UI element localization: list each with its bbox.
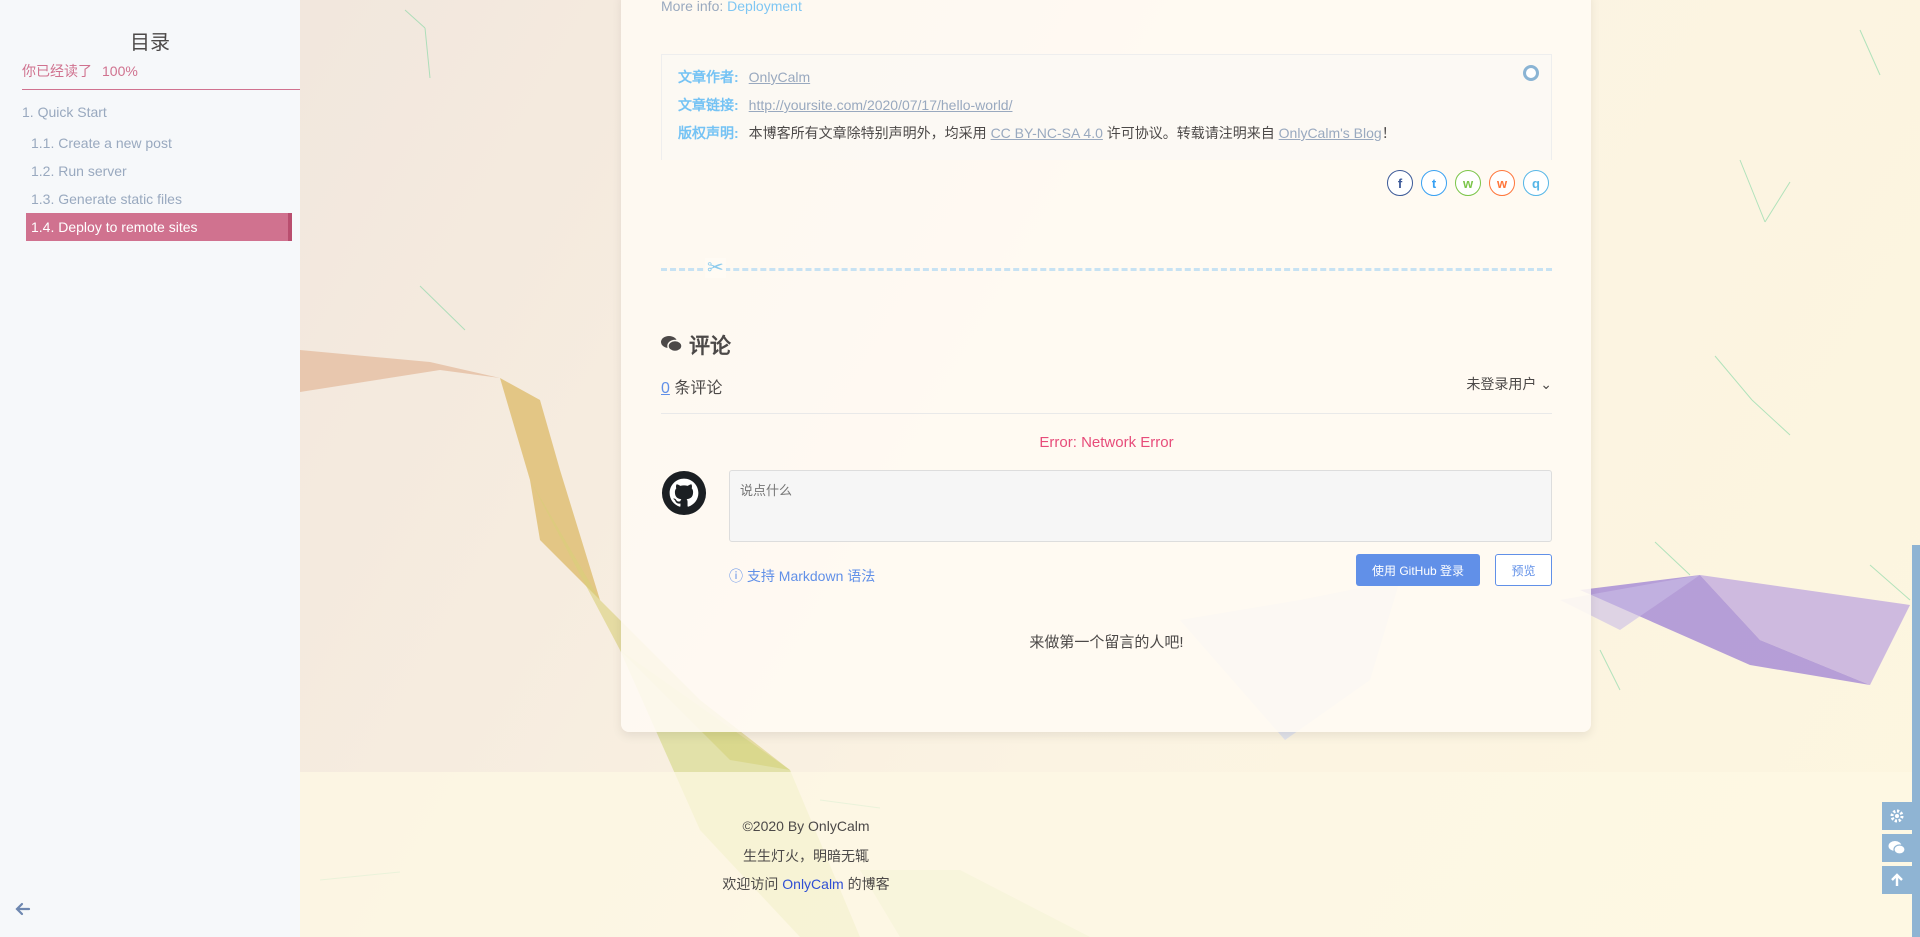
settings-button[interactable] xyxy=(1882,802,1912,830)
github-avatar-icon[interactable] xyxy=(661,470,707,516)
license-middle: 许可协议。转载请注明来自 xyxy=(1106,125,1275,141)
more-info-label: More info: xyxy=(661,0,724,14)
wechat-icon[interactable]: w xyxy=(1455,170,1481,196)
comments-icon xyxy=(1888,841,1906,855)
qq-icon[interactable]: q xyxy=(1523,170,1549,196)
markdown-tip[interactable]: ⓘ 支持 Markdown 语法 xyxy=(729,566,875,586)
author-link[interactable]: OnlyCalm xyxy=(749,69,810,85)
reading-progress: 你已经读了 100% xyxy=(22,61,300,90)
copyright-link-row: 文章链接: http://yoursite.com/2020/07/17/hell… xyxy=(678,91,1535,119)
preview-button[interactable]: 预览 xyxy=(1495,554,1552,586)
more-info-link[interactable]: Deployment xyxy=(727,0,802,14)
link-label: 文章链接: xyxy=(678,97,739,113)
share-buttons: f t w w q xyxy=(1387,170,1549,196)
footer-slogan: 生生灯火，明暗无辄 xyxy=(743,848,869,864)
gear-icon xyxy=(1890,809,1904,823)
comments-heading-text: 评论 xyxy=(689,335,731,358)
post-card: More info: Deployment 文章作者: OnlyCalm 文章链接… xyxy=(621,0,1591,732)
toc-item-run-server[interactable]: 1.2. Run server xyxy=(0,157,300,185)
progress-label: 你已经读了 xyxy=(22,63,92,79)
toc-title: 目录 xyxy=(130,32,170,54)
toc-item-deploy[interactable]: 1.4. Deploy to remote sites xyxy=(26,213,292,241)
post-permalink[interactable]: http://yoursite.com/2020/07/17/hello-wor… xyxy=(749,97,1013,113)
more-info: More info: Deployment xyxy=(661,0,802,14)
comment-input[interactable] xyxy=(729,470,1552,542)
footer-welcome-suffix: 的博客 xyxy=(847,876,890,892)
comments-heading: 评论 xyxy=(661,330,731,360)
footer-copyright: ©2020 By OnlyCalm xyxy=(742,818,870,834)
copyright-author-row: 文章作者: OnlyCalm xyxy=(678,63,1535,91)
comment-error: Error: Network Error xyxy=(1039,434,1174,451)
author-label: 文章作者: xyxy=(678,69,739,85)
weibo-icon[interactable]: w xyxy=(1489,170,1515,196)
user-menu[interactable]: 未登录用户 ⌄ xyxy=(1466,374,1552,394)
chevron-down-icon: ⌄ xyxy=(1540,376,1552,392)
footer-welcome-link[interactable]: OnlyCalm xyxy=(782,876,843,892)
footer-welcome: 欢迎访问 OnlyCalm 的博客 xyxy=(321,874,1291,894)
toc-list: 1. Quick Start 1.1. Create a new post 1.… xyxy=(0,98,300,241)
info-icon: ⓘ xyxy=(729,568,743,584)
back-to-top-button[interactable] xyxy=(1882,866,1912,894)
progress-value: 100% xyxy=(102,63,138,79)
github-login-button[interactable]: 使用 GitHub 登录 xyxy=(1356,554,1480,586)
footer-welcome-prefix: 欢迎访问 xyxy=(722,876,779,892)
user-menu-label: 未登录用户 xyxy=(1466,376,1537,392)
toc-item-quick-start[interactable]: 1. Quick Start xyxy=(0,98,300,126)
toc-item-generate-files[interactable]: 1.3. Generate static files xyxy=(0,185,300,213)
license-suffix: ！ xyxy=(1381,125,1396,141)
toc-sidebar: 目录 你已经读了 100% 1. Quick Start 1.1. Create … xyxy=(0,0,300,937)
blog-link[interactable]: OnlyCalm's Blog xyxy=(1279,125,1382,141)
arrow-up-icon xyxy=(1891,873,1903,886)
license-prefix: 本博客所有文章除特别声明外，均采用 xyxy=(748,125,987,141)
copyright-circle-icon xyxy=(1523,65,1539,81)
copyright-license-row: 版权声明: 本博客所有文章除特别声明外，均采用 CC BY-NC-SA 4.0 许… xyxy=(678,119,1535,147)
toc-item-create-post[interactable]: 1.1. Create a new post xyxy=(0,129,300,157)
markdown-tip-text: 支持 Markdown 语法 xyxy=(746,568,876,584)
scrollbar-thumb[interactable] xyxy=(1912,545,1920,937)
comment-jump-button[interactable] xyxy=(1882,834,1912,862)
arrow-left-icon[interactable] xyxy=(13,899,33,919)
scissors-icon: ✂ xyxy=(705,257,726,279)
post-copyright: 文章作者: OnlyCalm 文章链接: http://yoursite.com/2… xyxy=(661,54,1552,160)
dashed-divider xyxy=(661,268,1552,271)
license-link[interactable]: CC BY-NC-SA 4.0 xyxy=(991,125,1103,141)
comment-count-suffix: 条评论 xyxy=(674,380,723,397)
license-label: 版权声明: xyxy=(678,125,739,141)
comments-icon xyxy=(661,336,683,353)
comment-count[interactable]: 0 xyxy=(661,380,670,397)
comment-count-row: 0 条评论 未登录用户 ⌄ xyxy=(661,374,1552,414)
empty-comments-message: 来做第一个留言的人吧! xyxy=(1029,634,1184,651)
facebook-icon[interactable]: f xyxy=(1387,170,1413,196)
twitter-icon[interactable]: t xyxy=(1421,170,1447,196)
